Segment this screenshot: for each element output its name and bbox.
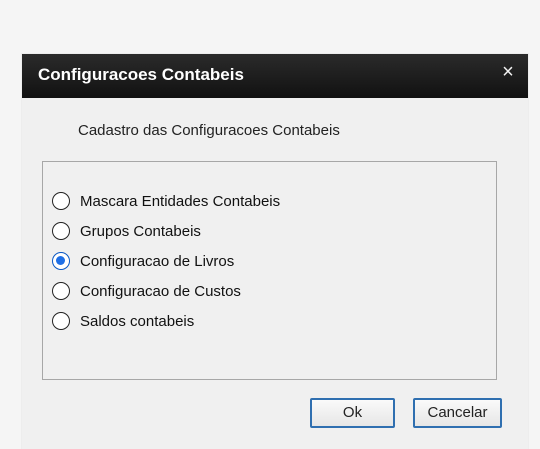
radio-button[interactable] bbox=[52, 312, 70, 330]
dialog-subtitle: Cadastro das Configuracoes Contabeis bbox=[78, 122, 340, 139]
radio-button[interactable] bbox=[52, 192, 70, 210]
close-icon[interactable]: × bbox=[499, 62, 517, 82]
radio-button[interactable] bbox=[52, 222, 70, 240]
dialog-title: Configuracoes Contabeis bbox=[38, 65, 244, 84]
title-bar: Configuracoes Contabeis × bbox=[22, 54, 528, 98]
radio-button-selected[interactable] bbox=[52, 252, 70, 270]
option-configuracao-de-custos[interactable]: Configuracao de Custos bbox=[52, 279, 241, 303]
option-configuracao-de-livros[interactable]: Configuracao de Livros bbox=[52, 249, 234, 273]
ok-button[interactable]: Ok bbox=[310, 398, 395, 428]
options-group: Mascara Entidades Contabeis Grupos Conta… bbox=[42, 161, 497, 380]
option-mascara-entidades-contabeis[interactable]: Mascara Entidades Contabeis bbox=[52, 189, 280, 213]
option-label: Mascara Entidades Contabeis bbox=[80, 192, 281, 210]
option-label: Grupos Contabeis bbox=[80, 222, 201, 240]
option-label: Configuracao de Livros bbox=[80, 252, 235, 270]
cancel-button[interactable]: Cancelar bbox=[413, 398, 502, 428]
dialog: Configuracoes Contabeis × Cadastro das C… bbox=[22, 54, 528, 449]
radio-button[interactable] bbox=[52, 282, 70, 300]
option-label: Saldos contabeis bbox=[80, 312, 195, 330]
option-grupos-contabeis[interactable]: Grupos Contabeis bbox=[52, 219, 201, 243]
option-label: Configuracao de Custos bbox=[80, 282, 241, 300]
option-saldos-contabeis[interactable]: Saldos contabeis bbox=[52, 309, 194, 333]
